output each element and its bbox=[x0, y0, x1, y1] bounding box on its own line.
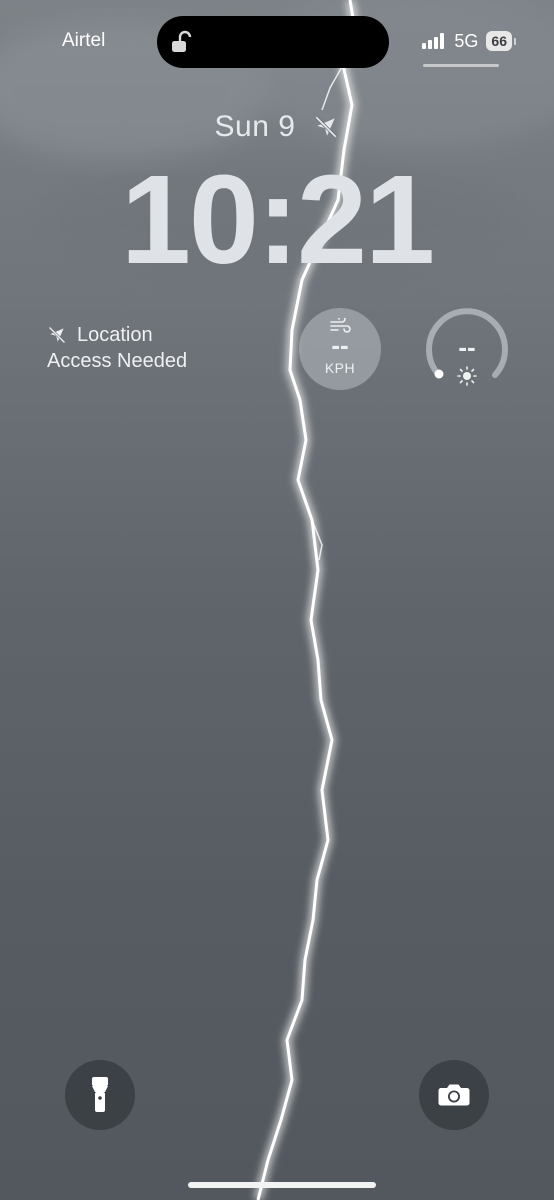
location-widget[interactable]: Location Access Needed bbox=[47, 322, 247, 374]
control-center-indicator[interactable] bbox=[423, 64, 499, 67]
flashlight-icon bbox=[92, 1077, 108, 1112]
cellular-signal-icon bbox=[422, 33, 446, 49]
network-type: 5G bbox=[454, 30, 479, 51]
uv-gauge-marker bbox=[434, 369, 444, 379]
sun-icon bbox=[457, 366, 477, 386]
lock-screen-clock: 10:21 bbox=[120, 149, 435, 290]
home-indicator[interactable] bbox=[188, 1182, 376, 1188]
location-unavailable-icon bbox=[48, 326, 66, 344]
date-label: Sun 9 bbox=[214, 110, 296, 143]
status-right-group: 5G 66 bbox=[422, 30, 516, 52]
unlocked-padlock-icon bbox=[172, 30, 192, 52]
wind-speed-value: -- bbox=[331, 330, 349, 360]
wind-widget[interactable]: -- KPH bbox=[299, 308, 381, 390]
wind-speed-unit: KPH bbox=[324, 360, 356, 376]
date-row: Sun 9 bbox=[0, 110, 554, 144]
location-widget-title: Location bbox=[77, 324, 153, 346]
battery-tip bbox=[514, 37, 516, 45]
carrier-name: Airtel bbox=[62, 30, 106, 51]
uv-index-value: -- bbox=[458, 332, 476, 362]
status-bar: Airtel 5G 66 bbox=[0, 0, 554, 80]
flashlight-button[interactable] bbox=[65, 1060, 135, 1130]
battery-icon: 66 bbox=[486, 31, 516, 51]
location-unavailable-icon bbox=[315, 116, 338, 138]
camera-button[interactable] bbox=[419, 1060, 489, 1130]
uv-index-widget[interactable]: -- bbox=[424, 308, 510, 394]
location-widget-subtitle: Access Needed bbox=[47, 350, 188, 372]
camera-icon bbox=[438, 1084, 470, 1106]
battery-level: 66 bbox=[486, 31, 512, 51]
